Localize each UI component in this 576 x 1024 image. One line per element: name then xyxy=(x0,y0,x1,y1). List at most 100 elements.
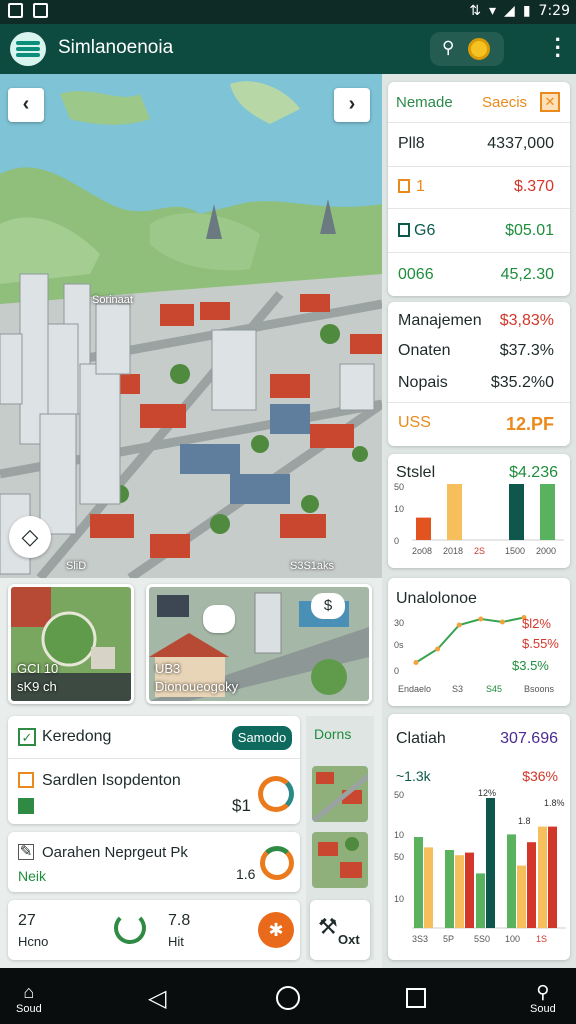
search-icon[interactable]: ⚲ xyxy=(442,38,454,58)
list-item-title: Oarahen Neprgeut Pk xyxy=(42,844,188,861)
data-icon: ⇅ xyxy=(469,3,482,19)
thumbnail-street[interactable]: $ UB3 Dionoueogoky xyxy=(146,584,372,704)
x-tick-label: 1S xyxy=(536,934,547,944)
dollar-bubble-icon: $ xyxy=(311,593,345,619)
x-tick-label: 3S3 xyxy=(412,934,428,944)
x-tick-label: S3 xyxy=(452,684,463,694)
coin-icon xyxy=(468,38,490,60)
side-thumbnail[interactable] xyxy=(312,832,368,888)
y-tick-label: 10 xyxy=(394,504,404,514)
finance-card: Manajemen $3,83% Onaten $37.3% Nopais $35.2… xyxy=(388,302,570,446)
city-map[interactable]: Sorinaat SliD S3S1aks xyxy=(0,74,382,578)
home-circle-icon[interactable] xyxy=(276,986,300,1010)
system-nav-bar: ⌂ Soud ◁ ⚲ Soud xyxy=(0,968,576,1024)
bar xyxy=(455,855,464,928)
line-chart: 30 0s 0 $l2% $.55% $3.5% Endaelo S3 S45 Bsoons xyxy=(394,615,559,694)
bar xyxy=(548,826,557,928)
data-point xyxy=(435,646,441,652)
bar xyxy=(486,798,495,928)
thumb-subcaption: sK9 ch xyxy=(17,679,57,694)
y-tick-label: 30 xyxy=(394,618,404,628)
status-bar: ⇅ ▾ ◢ ▮ 7:29 xyxy=(0,0,576,24)
stat-label: Hcno xyxy=(18,934,49,949)
home-icon: ⌂ xyxy=(23,982,35,1002)
gallery-notification-icon xyxy=(8,3,23,18)
recenter-button[interactable]: ◇ xyxy=(9,516,51,558)
data-label: $.55% xyxy=(522,636,559,651)
data-label: $3.5% xyxy=(512,658,549,673)
y-tick-label: 0s xyxy=(394,640,404,650)
y-tick-label: 10 xyxy=(394,830,404,840)
fire-button-icon[interactable]: ✱ xyxy=(258,912,294,948)
progress-ring xyxy=(260,846,294,880)
data-label: 1.8 xyxy=(518,816,531,826)
x-tick-label: 2000 xyxy=(536,546,556,556)
aerial-image xyxy=(312,766,368,822)
tools-label: Oxt xyxy=(338,932,360,947)
person-notification-icon xyxy=(33,3,48,18)
wallet-button[interactable]: ⚲ xyxy=(430,32,504,66)
map-next-button[interactable]: › xyxy=(334,88,370,122)
chevron-left-icon: ‹ xyxy=(22,93,30,115)
task-icon xyxy=(18,772,34,788)
y-tick-label: 50 xyxy=(394,482,404,492)
line-series xyxy=(415,616,525,664)
battery-icon: ▮ xyxy=(522,3,531,19)
list-item-value: $1 xyxy=(232,796,251,815)
hammer-icon: ⚒ xyxy=(318,914,338,939)
stat-label: Hit xyxy=(168,934,184,949)
samodo-button[interactable]: Samodo xyxy=(232,726,292,750)
tab-nemade[interactable]: Nemade xyxy=(396,94,453,111)
list-header-label: Keredong xyxy=(42,728,112,745)
nav-left-button[interactable]: ⌂ Soud xyxy=(16,982,42,1015)
map-scene xyxy=(0,74,382,578)
nav-right-button[interactable]: ⚲ Soud xyxy=(530,982,556,1015)
bar xyxy=(509,484,524,540)
data-point xyxy=(413,660,419,665)
list-card-top: ✓ Keredong Samodo Sardlen Isopdenton $1 xyxy=(8,716,300,824)
bar-chart-card: Stslel $4.236 50 10 0 2o08 2018 2S 1500 2000 xyxy=(388,454,570,568)
list-card-mid[interactable]: ✎ Oarahen Neprgeut Pk Neik 1.6 xyxy=(8,832,300,892)
side-thumbnail[interactable] xyxy=(312,766,368,822)
thumb-caption: UB3 xyxy=(155,661,181,676)
x-tick-label: S45 xyxy=(486,684,502,694)
x-tick-label: Endaelo xyxy=(398,684,431,694)
bar xyxy=(540,484,555,540)
y-tick-label: 0 xyxy=(394,666,399,676)
y-tick-label: 10 xyxy=(394,894,404,904)
data-label: $l2% xyxy=(522,616,551,631)
refresh-icon[interactable] xyxy=(114,912,146,944)
x-tick-label: 100 xyxy=(505,934,520,944)
clock: 7:29 xyxy=(538,3,570,19)
grid-icon xyxy=(398,223,410,237)
bar xyxy=(445,850,454,928)
list-item-title[interactable]: Sardlen Isopdenton xyxy=(42,772,181,790)
edit-icon: ✎ xyxy=(18,843,34,860)
signal-icon: ◢ xyxy=(504,3,515,19)
more-menu-icon[interactable]: · · · xyxy=(555,29,562,67)
progress-ring xyxy=(258,776,294,812)
map-label-right: S3S1aks xyxy=(290,560,335,572)
map-label-left: SliD xyxy=(66,560,87,572)
bar xyxy=(465,852,474,928)
tab-saecis[interactable]: Saecis xyxy=(482,94,527,111)
check-icon: ✓ xyxy=(18,728,36,746)
map-prev-button[interactable]: ‹ xyxy=(8,88,44,122)
thumbnail-park[interactable]: GCI 10 sK9 ch xyxy=(8,584,134,704)
x-tick-label: 5S0 xyxy=(474,934,490,944)
y-tick-label: 50 xyxy=(394,790,404,800)
back-icon[interactable]: ◁ xyxy=(148,984,166,1013)
list-item-value: 1.6 xyxy=(236,866,256,882)
close-box-icon[interactable]: ✕ xyxy=(540,92,560,112)
data-label: 12% xyxy=(478,788,496,798)
list-card-bottom: 27 Hcno 7.8 Hit ✱ xyxy=(8,900,300,960)
summary-card: Nemade Saecis ✕ Pll8 4337,000 1 $.370 G6 $0… xyxy=(388,82,570,296)
x-tick-label: 1500 xyxy=(505,546,525,556)
grouped-chart-card: Clatiah 307.696 ~1.3k $36% 50 10 50 10 3S3 5P… xyxy=(388,714,570,960)
bar xyxy=(538,826,547,928)
y-tick-label: 50 xyxy=(394,852,404,862)
thumb-caption: GCI 10 xyxy=(17,661,59,676)
tools-button[interactable]: ⚒ Oxt xyxy=(310,900,370,960)
app-bar: Simlanoenoia ⚲ · · · xyxy=(0,24,576,74)
recents-icon[interactable] xyxy=(406,988,426,1008)
